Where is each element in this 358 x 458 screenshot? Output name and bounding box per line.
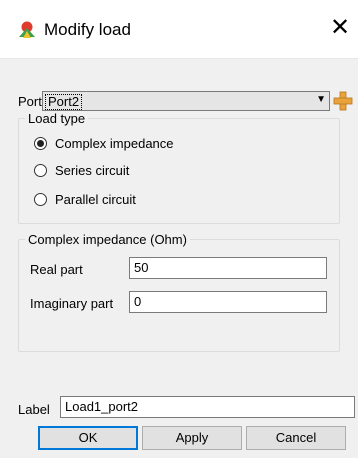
apply-button[interactable]: Apply [142,426,242,450]
ok-button[interactable]: OK [38,426,138,450]
radio-complex-impedance[interactable]: Complex impedance [34,136,174,151]
radio-series-circuit[interactable]: Series circuit [34,163,129,178]
imaginary-part-label: Imaginary part [30,296,114,311]
load-type-legend: Load type [28,111,86,126]
real-part-label: Real part [30,262,83,277]
radio-button[interactable] [34,193,47,206]
port-label: Port [18,94,42,109]
radio-selected-dot [37,140,44,147]
real-part-field[interactable]: 50 [129,257,327,279]
radio-button[interactable] [34,164,47,177]
app-logo-icon [19,21,35,38]
close-icon[interactable]: ✕ [330,16,350,40]
radio-button[interactable] [34,137,47,150]
radio-label: Complex impedance [55,136,174,151]
radio-label: Parallel circuit [55,192,136,207]
complex-impedance-legend: Complex impedance (Ohm) [28,232,187,247]
cancel-button[interactable]: Cancel [246,426,346,450]
window-title: Modify load [44,20,131,39]
imaginary-part-field[interactable]: 0 [129,291,327,313]
add-plus-icon[interactable] [333,91,353,111]
label-field[interactable]: Load1_port2 [60,396,355,418]
port-select[interactable]: Port2 ▼ [42,91,330,111]
label-label: Label [18,402,50,417]
chevron-down-icon: ▼ [316,94,326,105]
radio-parallel-circuit[interactable]: Parallel circuit [34,192,136,207]
port-select-value: Port2 [45,94,83,110]
radio-label: Series circuit [55,163,130,178]
